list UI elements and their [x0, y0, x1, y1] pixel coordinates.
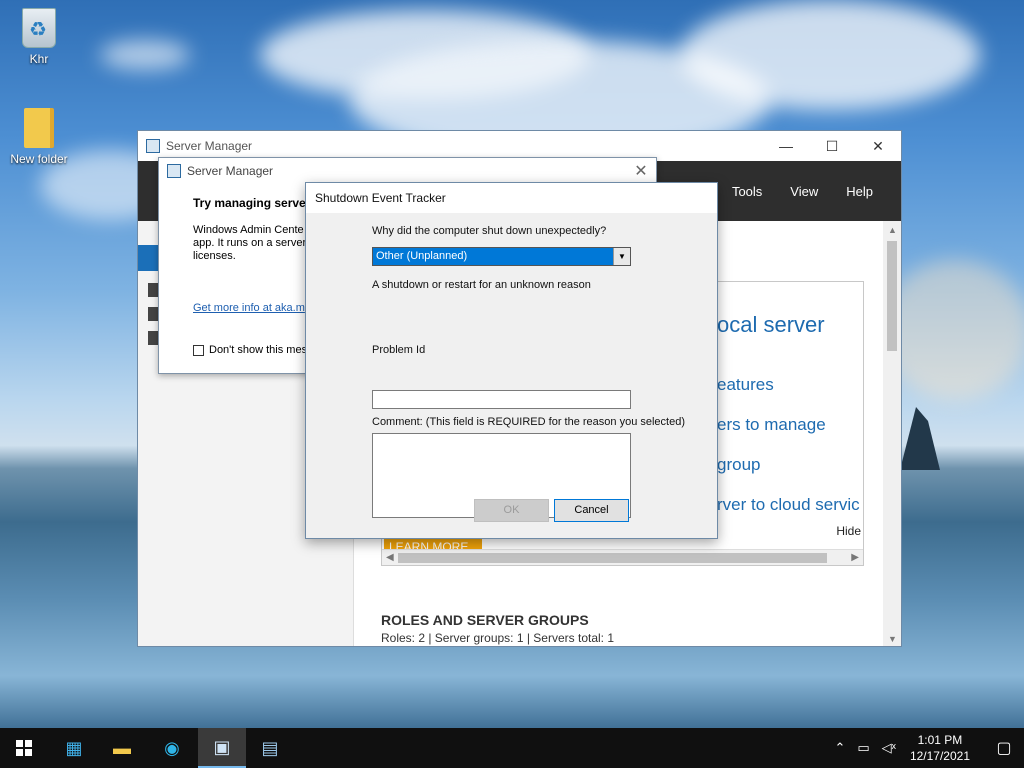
desktop-icon-label: New folder — [10, 152, 68, 166]
scroll-right-icon[interactable]: ▶ — [851, 550, 859, 566]
shutdown-reason-select[interactable]: Other (Unplanned) ▼ — [372, 247, 631, 266]
popup-heading: Try managing serve — [193, 196, 306, 210]
close-button[interactable]: ✕ — [855, 138, 901, 155]
scroll-down-icon[interactable]: ▼ — [888, 634, 897, 644]
welcome-title: ocal server — [717, 312, 825, 337]
clock[interactable]: 1:01 PM 12/17/2021 — [910, 732, 970, 764]
chevron-down-icon[interactable]: ▼ — [613, 248, 630, 265]
scrollbar-thumb[interactable] — [398, 553, 827, 563]
server-manager-icon — [167, 164, 181, 178]
cloud — [680, 0, 980, 110]
recycle-bin-icon — [22, 8, 56, 48]
edge-browser-icon: ◉ — [164, 737, 180, 758]
dialog-titlebar[interactable]: Shutdown Event Tracker — [306, 183, 717, 213]
dont-show-checkbox[interactable]: Don't show this mes — [193, 344, 307, 356]
popup-titlebar[interactable]: Server Manager ✕ — [159, 158, 656, 184]
menu-help[interactable]: Help — [846, 184, 873, 199]
menu-view[interactable]: View — [790, 184, 818, 199]
welcome-link-servers[interactable]: ers to manage — [717, 415, 826, 435]
windows-logo-icon — [16, 740, 32, 756]
scroll-left-icon[interactable]: ◀ — [386, 550, 394, 566]
selected-reason: Other (Unplanned) — [376, 250, 468, 262]
speaker-muted-icon[interactable]: ◁ˣ — [882, 740, 896, 756]
server-manager-icon: ▤ — [261, 737, 279, 758]
roles-summary: Roles: 2 | Server groups: 1 | Servers to… — [381, 631, 615, 645]
window-title: Server Manager — [166, 139, 253, 153]
taskbar: ▦ ▬ ◉ ▣ ▤ ⌃ ▭ ◁ˣ 1:01 PM 12/17/2021 ▢ — [0, 728, 1024, 768]
checkbox-label: Don't show this mes — [209, 344, 307, 356]
popup-close-icon[interactable]: ✕ — [626, 161, 656, 181]
shutdown-event-tracker-dialog: Shutdown Event Tracker Why did the compu… — [305, 182, 718, 539]
reason-description: A shutdown or restart for an unknown rea… — [372, 279, 591, 291]
clock-date: 12/17/2021 — [909, 749, 970, 763]
dialog-body: Why did the computer shut down unexpecte… — [306, 213, 717, 538]
hide-link[interactable]: Hide — [836, 524, 861, 538]
cloud — [100, 40, 190, 70]
taskbar-server-icon[interactable]: ▦ — [50, 728, 98, 768]
popup-title: Server Manager — [187, 164, 274, 178]
chevron-up-icon[interactable]: ⌃ — [834, 740, 845, 756]
buildings-icon: ▦ — [65, 737, 83, 758]
welcome-link-features[interactable]: eatures — [717, 375, 774, 395]
cancel-button[interactable]: Cancel — [554, 499, 629, 522]
taskbar-edge[interactable]: ◉ — [148, 728, 196, 768]
scrollbar-thumb[interactable] — [887, 241, 897, 351]
ok-button[interactable]: OK — [474, 499, 549, 522]
maximize-button[interactable]: ☐ — [809, 138, 855, 155]
taskbar-shutdown-tracker[interactable]: ▣ — [198, 728, 246, 768]
taskbar-server-manager[interactable]: ▤ — [246, 728, 294, 768]
scroll-up-icon[interactable]: ▲ — [888, 225, 897, 235]
desktop-icon-new-folder[interactable]: New folder — [4, 108, 74, 166]
notification-icon[interactable]: ▢ — [984, 738, 1024, 758]
taskbar-file-explorer[interactable]: ▬ — [98, 728, 146, 768]
server-manager-icon — [146, 139, 160, 153]
vertical-scrollbar[interactable]: ▲ ▼ — [883, 221, 901, 646]
checkbox-box[interactable] — [193, 344, 204, 356]
popup-description-line: licenses. — [193, 250, 236, 262]
rock-formation — [900, 407, 940, 470]
popup-more-info-link[interactable]: Get more info at aka.m — [193, 302, 307, 314]
folder-icon: ▬ — [113, 737, 131, 758]
horizontal-scrollbar[interactable]: ◀ ▶ — [382, 549, 863, 565]
comment-label: Comment: (This field is REQUIRED for the… — [372, 416, 686, 428]
welcome-link-cloud[interactable]: rver to cloud servic — [717, 495, 860, 515]
problem-id-label: Problem Id — [372, 344, 426, 356]
system-tray: ⌃ ▭ ◁ˣ 1:01 PM 12/17/2021 ▢ — [828, 728, 1024, 768]
popup-description-line: Windows Admin Cente — [193, 224, 304, 236]
start-button[interactable] — [0, 728, 48, 768]
minimize-button[interactable]: — — [763, 138, 809, 155]
menu-tools[interactable]: Tools — [732, 184, 762, 199]
window-app-icon: ▣ — [213, 736, 231, 757]
clock-time: 1:01 PM — [917, 733, 963, 747]
shutdown-question-label: Why did the computer shut down unexpecte… — [372, 225, 607, 237]
popup-description: Windows Admin Cente app. It runs on a se… — [193, 224, 309, 263]
popup-description-line: app. It runs on a server — [193, 237, 307, 249]
problem-id-input[interactable] — [372, 390, 631, 409]
desktop-icon-recycle-bin[interactable]: Khr — [4, 8, 74, 66]
dialog-title: Shutdown Event Tracker — [315, 191, 446, 205]
roles-section-title: ROLES AND SERVER GROUPS — [381, 612, 589, 628]
network-icon[interactable]: ▭ — [857, 740, 869, 756]
folder-icon — [24, 108, 54, 148]
welcome-link-group[interactable]: group — [717, 455, 760, 475]
desktop-icon-label: Khr — [29, 52, 49, 66]
